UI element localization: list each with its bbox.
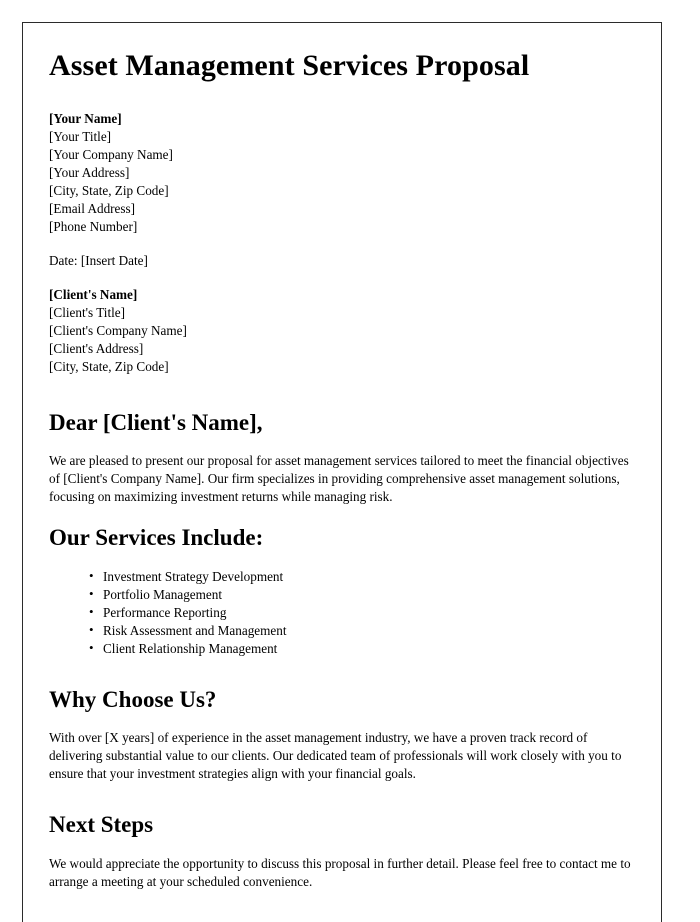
recipient-address: [Client's Address] [49,340,144,356]
services-list: Investment Strategy Development Portfoli… [49,567,631,658]
list-item: Performance Reporting [89,603,631,622]
why-choose-us-heading: Why Choose Us? [49,686,217,712]
list-item: Risk Assessment and Management [89,621,631,640]
recipient-company: [Client's Company Name] [49,322,187,338]
recipient-address-block: [Client's Name] [Client's Title] [Client… [49,286,631,376]
next-steps-paragraph: We would appreciate the opportunity to d… [49,855,631,889]
recipient-title: [Client's Title] [49,304,126,320]
next-steps-heading: Next Steps [49,812,154,838]
why-choose-us-paragraph: With over [X years] of experience in the… [49,730,622,782]
sender-name: [Your Name] [49,110,122,126]
document-body: Asset Management Services Proposal [Your… [23,23,661,891]
sender-address: [Your Address] [49,164,130,180]
page-title: Asset Management Services Proposal [49,49,530,82]
list-item: Investment Strategy Development [89,567,631,586]
sender-company: [Your Company Name] [49,146,173,162]
spacer-before-why-choose-us [49,676,631,686]
sender-phone: [Phone Number] [49,218,138,234]
sender-title: [Your Title] [49,128,112,144]
spacer-before-next-steps [49,801,631,811]
sender-address-block: [Your Name] [Your Title] [Your Company N… [49,110,631,236]
recipient-city-state-zip: [City, State, Zip Code] [49,358,169,374]
spacer-before-salutation [49,392,631,409]
sender-email: [Email Address] [49,200,136,216]
recipient-name: [Client's Name] [49,286,138,302]
date-line: Date: [Insert Date] [49,252,148,268]
services-heading: Our Services Include: [49,525,264,551]
list-item: Client Relationship Management [89,639,631,658]
document-page: Asset Management Services Proposal [Your… [22,22,662,922]
sender-city-state-zip: [City, State, Zip Code] [49,182,169,198]
intro-paragraph: We are pleased to present our proposal f… [49,453,629,505]
salutation-heading: Dear [Client's Name], [49,409,263,435]
list-item: Portfolio Management [89,585,631,604]
